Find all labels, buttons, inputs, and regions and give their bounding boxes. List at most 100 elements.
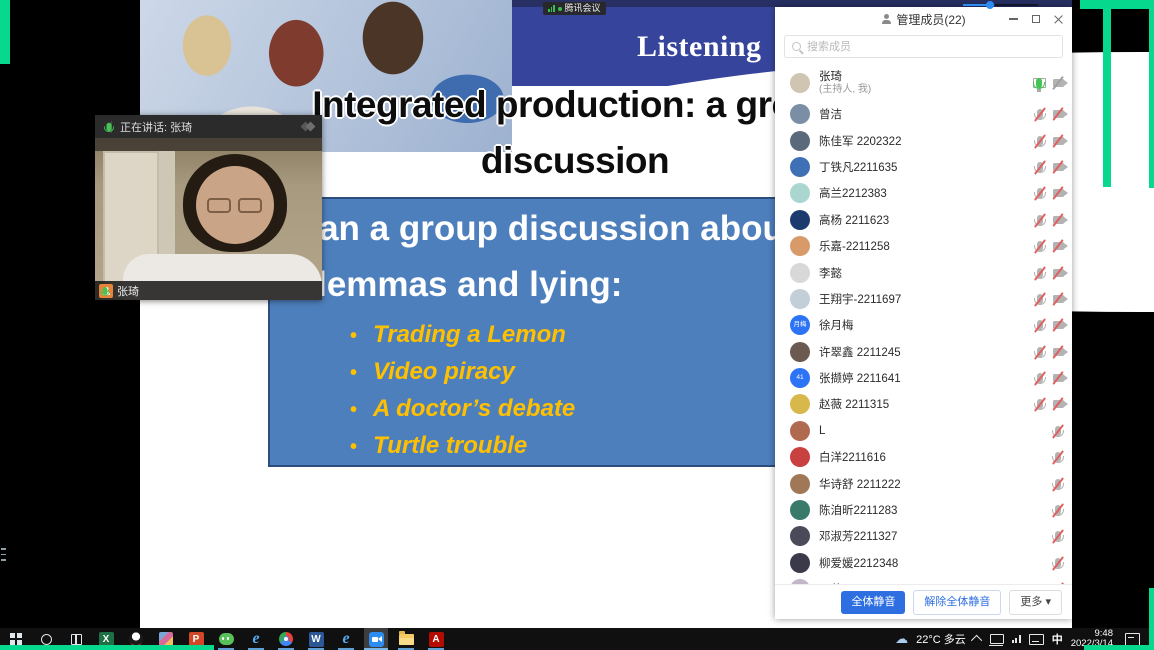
member-status-icons [1033, 78, 1064, 88]
mic-active-icon [106, 122, 111, 131]
mic-muted-icon [1055, 558, 1061, 568]
task-view-icon [71, 634, 82, 645]
member-row[interactable]: 张琦(主持人, 我) [790, 65, 1064, 101]
member-row[interactable]: 王翔宇-2211697 [790, 286, 1064, 312]
action-center-icon[interactable] [1125, 633, 1140, 646]
unmute-all-button[interactable]: 解除全体静音 [913, 590, 1001, 615]
weather-label[interactable]: 22°C 多云 [916, 631, 966, 647]
video-window[interactable]: 正在讲话: 张琦 张琦 [95, 115, 322, 300]
green-screen-artifact [1080, 0, 1154, 9]
mic-muted-icon [1055, 452, 1061, 462]
window-mode-icon[interactable] [302, 123, 314, 130]
member-name: 陈洎昕2211283 [819, 502, 897, 518]
panel-footer: 全体静音 解除全体静音 更多 ▾ [775, 584, 1072, 619]
maximize-button[interactable] [1032, 15, 1040, 23]
members-panel: 管理成员(22) 张琦(主持人, 我) 曾洁 [775, 7, 1072, 619]
touch-keyboard-icon[interactable] [1029, 634, 1044, 645]
slide-body-line1: Plan a group discussion about [286, 209, 796, 249]
close-button[interactable] [1054, 15, 1063, 24]
taskbar-app-explorer[interactable] [394, 628, 418, 650]
avatar [790, 394, 810, 414]
meeting-status-pill[interactable]: 腾讯会议 [543, 2, 606, 15]
acrobat-icon: A [429, 632, 444, 647]
weather-icon[interactable]: ☁ [895, 633, 908, 646]
chrome-icon [279, 632, 293, 646]
mic-muted-icon [1037, 373, 1043, 383]
member-status-icons [1052, 531, 1064, 541]
member-status-icons [1052, 479, 1064, 489]
search-box[interactable] [784, 35, 1063, 58]
internet-explorer-icon: e [249, 632, 264, 647]
member-row[interactable]: 41 张撷婷 2211641 [790, 365, 1064, 391]
taskbar-app-word[interactable]: W [304, 628, 328, 650]
internet-explorer-icon: e [339, 632, 354, 647]
member-row[interactable]: 曾洁 [790, 101, 1064, 127]
panel-title: 管理成员(22) [896, 11, 965, 28]
avatar [790, 236, 810, 256]
member-name: 高杨 2211623 [819, 212, 889, 228]
mic-muted-icon [1055, 531, 1061, 541]
camera-off-icon [1053, 110, 1064, 118]
bullet-item: Turtle trouble [350, 428, 575, 465]
video-window-titlebar[interactable]: 正在讲话: 张琦 [95, 115, 322, 138]
member-row[interactable]: 邓淑芳2211327 [790, 523, 1064, 549]
ime-indicator[interactable]: 中 [1052, 631, 1063, 647]
wechat-icon [219, 633, 234, 645]
file-explorer-icon [399, 634, 414, 645]
mic-on-icon [1036, 78, 1042, 88]
video-name-bar: 张琦 [95, 281, 322, 300]
taskbar-app-chrome[interactable] [274, 628, 298, 650]
bullet-item: Video piracy [350, 354, 575, 391]
taskbar-app-acrobat[interactable]: A [424, 628, 448, 650]
taskbar-app-ie-2[interactable]: e [334, 628, 358, 650]
mute-all-button[interactable]: 全体静音 [841, 591, 905, 614]
mic-muted-icon [1037, 320, 1043, 330]
panel-titlebar[interactable]: 管理成员(22) [775, 7, 1072, 31]
member-row[interactable]: 王蓉2211277 [790, 576, 1064, 584]
slider-knob[interactable] [986, 1, 994, 9]
member-row[interactable]: 乐嘉-2211258 [790, 233, 1064, 259]
avatar [790, 263, 810, 283]
member-row[interactable]: 高兰2212383 [790, 180, 1064, 206]
device-tray-icon[interactable] [990, 634, 1004, 644]
hidden-icons-chevron[interactable] [971, 635, 982, 646]
person-glasses-right [238, 198, 262, 213]
slider-track-empty[interactable] [995, 4, 1038, 6]
member-row[interactable]: 许翠鑫 2211245 [790, 339, 1064, 365]
member-row[interactable]: L [790, 418, 1064, 444]
member-row[interactable]: 李懿 [790, 259, 1064, 285]
meeting-pill-label: 腾讯会议 [565, 4, 601, 13]
green-screen-artifact [1149, 588, 1154, 650]
camera-off-icon [1053, 163, 1064, 171]
person-glasses-left [207, 198, 231, 213]
member-row[interactable]: 陈佳军 2202322 [790, 127, 1064, 153]
mic-muted-icon [1055, 426, 1061, 436]
more-button[interactable]: 更多 ▾ [1009, 590, 1062, 615]
network-icon[interactable] [1012, 635, 1021, 643]
member-row[interactable]: 丁铁凡2211635 [790, 154, 1064, 180]
member-row[interactable]: 高杨 2211623 [790, 207, 1064, 233]
member-role: (主持人, 我) [819, 84, 871, 97]
member-name: 柳爱媛2212348 [819, 555, 898, 571]
avatar [790, 342, 810, 362]
camera-off-icon [1053, 269, 1064, 277]
member-row[interactable]: 赵薇 2211315 [790, 391, 1064, 417]
member-row[interactable]: 华诗舒 2211222 [790, 470, 1064, 496]
member-name: 许翠鑫 2211245 [819, 344, 901, 360]
member-status-icons [1034, 399, 1064, 409]
taskbar-app-ie[interactable]: e [244, 628, 268, 650]
camera-off-icon [1053, 189, 1064, 197]
member-row[interactable]: 月梅 徐月梅 [790, 312, 1064, 338]
member-status-icons [1052, 558, 1064, 568]
slide-banner-title: Listening [637, 30, 762, 64]
mic-muted-icon [1037, 188, 1043, 198]
member-list[interactable]: 张琦(主持人, 我) 曾洁 陈佳军 2202322 丁铁凡2211635 高兰 [775, 63, 1072, 584]
search-input[interactable] [805, 40, 1062, 54]
member-row[interactable]: 白洋2211616 [790, 444, 1064, 470]
member-row[interactable]: 陈洎昕2211283 [790, 497, 1064, 523]
taskbar-app-tencent-meeting[interactable] [364, 628, 388, 650]
minimize-button[interactable] [1009, 18, 1018, 20]
taskbar-app-wechat[interactable] [214, 628, 238, 650]
mic-muted-icon [1037, 241, 1043, 251]
member-row[interactable]: 柳爱媛2212348 [790, 550, 1064, 576]
